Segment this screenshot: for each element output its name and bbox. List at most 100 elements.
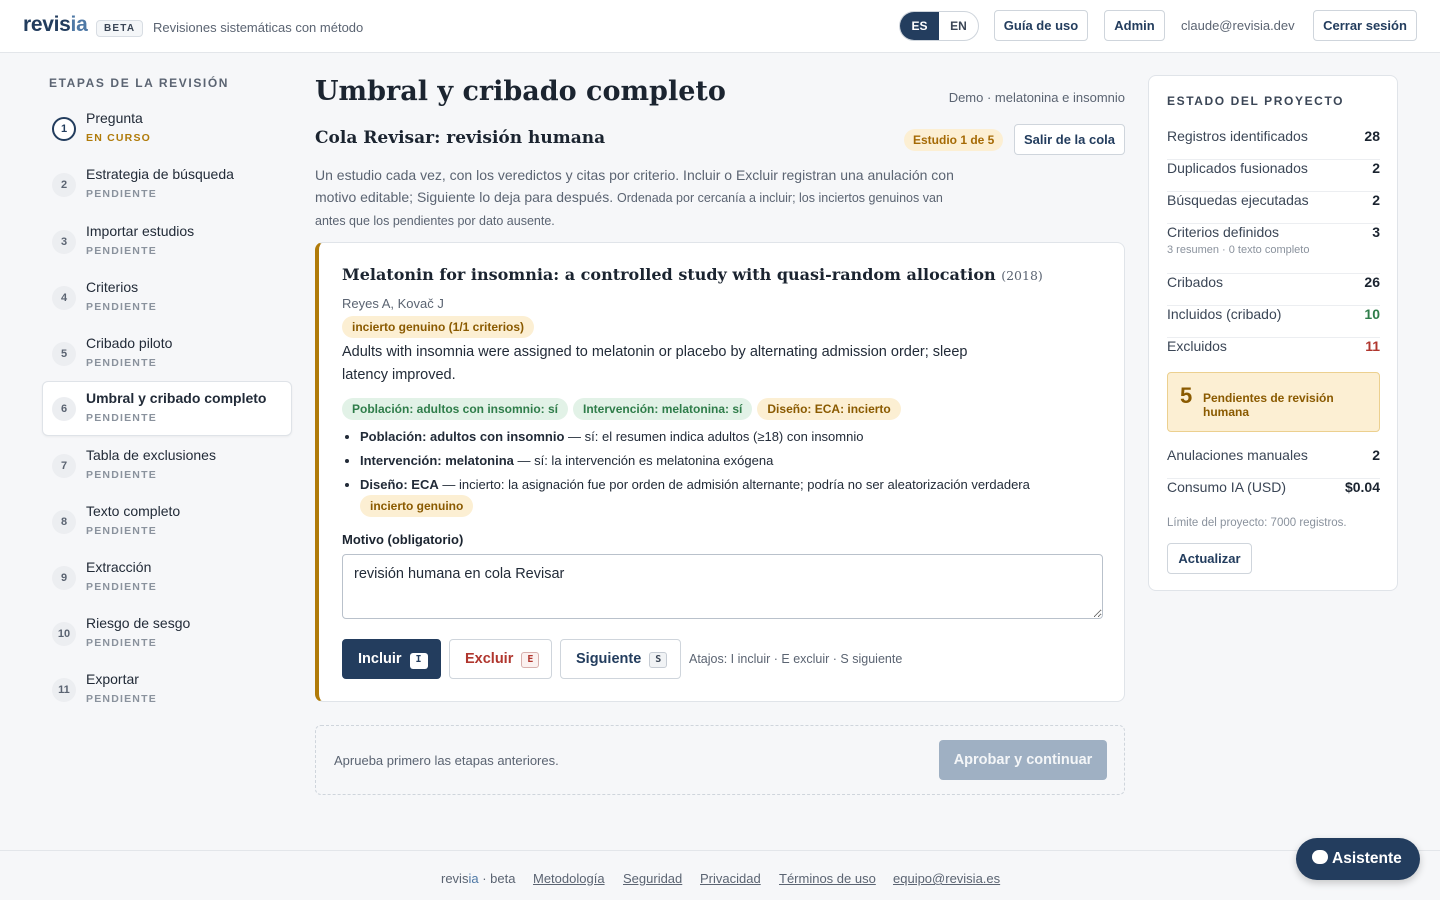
footer-link-methodology[interactable]: Metodología xyxy=(533,871,605,886)
assistant-button[interactable]: Asistente xyxy=(1296,838,1420,880)
footer: revisia · beta Metodología Seguridad Pri… xyxy=(0,850,1440,900)
step-status: PENDIENTE xyxy=(86,301,157,313)
refresh-button[interactable]: Actualizar xyxy=(1167,543,1252,574)
language-toggle: ES EN xyxy=(899,11,979,41)
stat-value: $0.04 xyxy=(1344,479,1380,495)
stat-value: 3 xyxy=(1372,224,1380,240)
footer-link-privacy[interactable]: Privacidad xyxy=(700,871,761,886)
assistant-label: Asistente xyxy=(1332,850,1402,867)
study-card: Melatonin for insomnia: a controlled stu… xyxy=(315,242,1125,702)
tagline: Revisiones sistemáticas con método xyxy=(153,20,364,35)
step-number: 8 xyxy=(52,510,76,534)
footer-brand: revisia · beta xyxy=(441,871,516,886)
sidebar-step-estrategia[interactable]: 2 Estrategia de búsqueda PENDIENTE xyxy=(42,157,292,212)
pending-review-callout: 5 Pendientes de revisión humana xyxy=(1167,372,1380,432)
next-button[interactable]: Siguiente S xyxy=(560,639,681,679)
reason-criterion: Diseño: ECA xyxy=(360,477,439,492)
step-number: 7 xyxy=(52,454,76,478)
step-number: 1 xyxy=(52,117,76,141)
reason-criterion: Población: adultos con insomnio xyxy=(360,429,565,444)
stat-row: Criterios definidos 3 3 resumen · 0 texto… xyxy=(1167,224,1380,274)
exclude-button[interactable]: Excluir E xyxy=(449,639,552,679)
reason-criterion: Intervención: melatonina xyxy=(360,453,514,468)
step-label: Umbral y cribado completo xyxy=(86,390,267,406)
step-status: PENDIENTE xyxy=(86,525,157,537)
study-title-text: Melatonin for insomnia: a controlled stu… xyxy=(342,265,996,284)
stat-value: 2 xyxy=(1372,447,1380,463)
reason-field-label: Motivo (obligatorio) xyxy=(342,532,464,547)
page-title: Umbral y cribado completo xyxy=(315,76,726,107)
sidebar-step-texto-completo[interactable]: 8 Texto completo PENDIENTE xyxy=(42,494,292,549)
stat-value: 10 xyxy=(1364,306,1380,322)
footer-link-email[interactable]: equipo@revisia.es xyxy=(893,871,1000,886)
approve-continue-button[interactable]: Aprobar y continuar xyxy=(939,740,1107,780)
stat-label: Consumo IA (USD) xyxy=(1167,479,1287,495)
verdict-badge: Diseño: ECA: incierto xyxy=(757,398,901,420)
step-number: 11 xyxy=(52,678,76,702)
guide-button[interactable]: Guía de uso xyxy=(994,10,1088,41)
lang-en-button[interactable]: EN xyxy=(939,12,978,40)
reason-textarea[interactable]: revisión humana en cola Revisar xyxy=(342,554,1103,619)
reason-item: Población: adultos con insomnio — sí: el… xyxy=(360,428,1100,446)
stat-row: Registros identificados 28 xyxy=(1167,128,1380,160)
approve-section: Aprueba primero las etapas anteriores. A… xyxy=(315,725,1125,795)
step-number: 6 xyxy=(52,397,76,421)
beta-badge: BETA xyxy=(96,20,144,37)
stat-row: Excluidos 11 xyxy=(1167,338,1380,363)
logout-button[interactable]: Cerrar sesión xyxy=(1313,10,1417,41)
lang-es-button[interactable]: ES xyxy=(900,12,939,40)
stat-label: Anulaciones manuales xyxy=(1167,447,1308,463)
queue-title: Cola Revisar: revisión humana xyxy=(315,128,606,148)
sidebar-step-pregunta[interactable]: 1 Pregunta EN CURSO xyxy=(42,101,292,156)
admin-button[interactable]: Admin xyxy=(1104,10,1165,41)
panel-title: ESTADO DEL PROYECTO xyxy=(1167,94,1345,108)
reason-text: — incierto: la asignación fue por orden … xyxy=(438,477,1030,492)
sidebar-step-criterios[interactable]: 4 Criterios PENDIENTE xyxy=(42,270,292,325)
stat-value: 28 xyxy=(1364,128,1380,144)
step-status: PENDIENTE xyxy=(86,412,157,424)
step-status: PENDIENTE xyxy=(86,469,157,481)
step-number: 2 xyxy=(52,173,76,197)
logo[interactable]: revisia xyxy=(23,13,88,37)
sidebar-title: ETAPAS DE LA REVISIÓN xyxy=(49,76,230,90)
sidebar-step-cribado-piloto[interactable]: 5 Cribado piloto PENDIENTE xyxy=(42,326,292,381)
footer-link-terms[interactable]: Términos de uso xyxy=(779,871,876,886)
step-status: EN CURSO xyxy=(86,132,152,144)
step-status: PENDIENTE xyxy=(86,693,157,705)
sidebar-step-tabla-exclusiones[interactable]: 7 Tabla de exclusiones PENDIENTE xyxy=(42,438,292,493)
reason-item: Diseño: ECA — incierto: la asignación fu… xyxy=(360,476,1100,494)
reason-uncertainty-badge: incierto genuino xyxy=(360,495,474,517)
stat-label: Excluidos xyxy=(1167,338,1227,354)
stat-row: Duplicados fusionados 2 xyxy=(1167,160,1380,192)
stat-row: Anulaciones manuales 2 xyxy=(1167,447,1380,479)
step-label: Exportar xyxy=(86,671,139,687)
stat-row: Cribados 26 xyxy=(1167,274,1380,306)
exit-queue-button[interactable]: Salir de la cola xyxy=(1014,124,1125,155)
step-status: PENDIENTE xyxy=(86,581,157,593)
stat-row: Consumo IA (USD) $0.04 xyxy=(1167,479,1380,504)
stat-label: Búsquedas ejecutadas xyxy=(1167,192,1309,208)
pending-count: 5 xyxy=(1180,383,1193,408)
shortcuts-hint: Atajos: I incluir · E excluir · S siguie… xyxy=(689,652,903,666)
top-bar: revisia BETA Revisiones sistemáticas con… xyxy=(0,0,1440,53)
sidebar-step-umbral[interactable]: 6 Umbral y cribado completo PENDIENTE xyxy=(42,381,292,436)
step-label: Importar estudios xyxy=(86,223,195,239)
study-authors: Reyes A, Kovač J xyxy=(342,296,444,311)
step-label: Estrategia de búsqueda xyxy=(86,166,234,182)
next-label: Siguiente xyxy=(576,651,642,667)
project-limit-note: Límite del proyecto: 7000 registros. xyxy=(1167,517,1347,529)
sidebar-step-exportar[interactable]: 11 Exportar PENDIENTE xyxy=(42,662,292,717)
step-number: 4 xyxy=(52,286,76,310)
include-button[interactable]: Incluir I xyxy=(342,639,441,679)
verdict-badge: Población: adultos con insomnio: sí xyxy=(342,398,569,420)
step-label: Criterios xyxy=(86,279,139,295)
step-number: 3 xyxy=(52,230,76,254)
step-label: Riesgo de sesgo xyxy=(86,615,191,631)
pending-label: Pendientes de revisión humana xyxy=(1203,391,1334,419)
verdict-badge: Intervención: melatonina: sí xyxy=(573,398,753,420)
step-status: PENDIENTE xyxy=(86,637,157,649)
sidebar-step-extraccion[interactable]: 9 Extracción PENDIENTE xyxy=(42,550,292,605)
sidebar-step-riesgo-sesgo[interactable]: 10 Riesgo de sesgo PENDIENTE xyxy=(42,606,292,661)
footer-link-security[interactable]: Seguridad xyxy=(623,871,682,886)
sidebar-step-importar[interactable]: 3 Importar estudios PENDIENTE xyxy=(42,214,292,269)
